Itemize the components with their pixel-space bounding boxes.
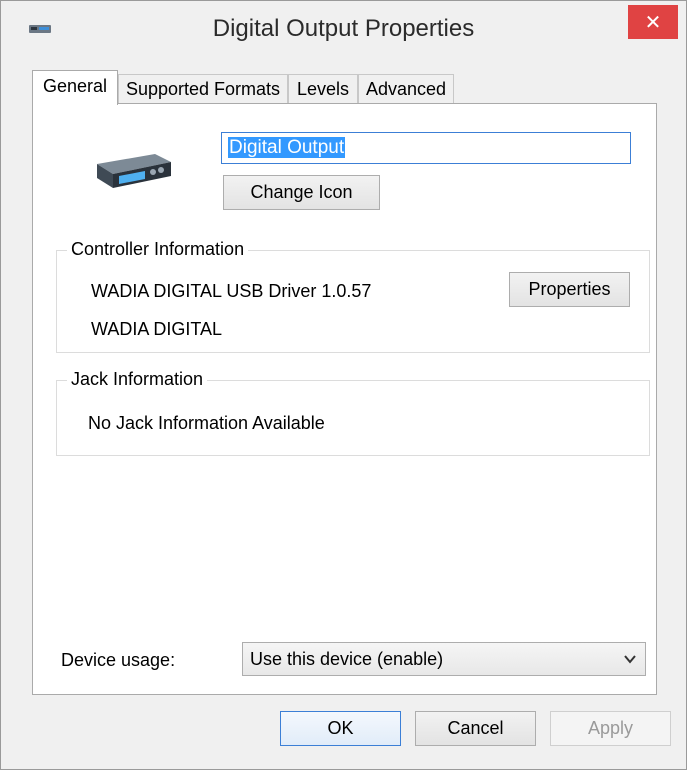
close-icon: ✕ xyxy=(644,11,662,34)
general-panel: Digital Output Change Icon Controller In… xyxy=(32,103,657,695)
change-icon-button[interactable]: Change Icon xyxy=(223,175,380,210)
ok-button[interactable]: OK xyxy=(280,711,401,746)
apply-button[interactable]: Apply xyxy=(550,711,671,746)
device-usage-value: Use this device (enable) xyxy=(250,649,444,669)
device-name-field[interactable]: Digital Output xyxy=(221,132,631,164)
close-button[interactable]: ✕ xyxy=(628,5,678,39)
properties-dialog: Digital Output Properties ✕ General Supp… xyxy=(0,0,687,770)
controller-properties-button[interactable]: Properties xyxy=(509,272,630,307)
title-bar[interactable]: Digital Output Properties ✕ xyxy=(1,1,686,57)
tab-advanced[interactable]: Advanced xyxy=(358,74,454,104)
audio-device-icon xyxy=(97,154,171,188)
device-usage-label: Device usage: xyxy=(61,650,176,670)
cancel-button[interactable]: Cancel xyxy=(415,711,536,746)
chevron-down-icon xyxy=(624,655,636,664)
jack-info-text: No Jack Information Available xyxy=(88,413,325,433)
controller-info-title: Controller Information xyxy=(67,239,249,260)
tab-general[interactable]: General xyxy=(32,70,118,105)
tab-supported-formats[interactable]: Supported Formats xyxy=(118,74,288,104)
controller-driver-name: WADIA DIGITAL USB Driver 1.0.57 xyxy=(91,281,372,301)
device-usage-select[interactable]: Use this device (enable) xyxy=(242,642,646,676)
controller-manufacturer: WADIA DIGITAL xyxy=(91,319,223,339)
window-title: Digital Output Properties xyxy=(212,15,475,42)
jack-info-title: Jack Information xyxy=(67,369,208,390)
controller-info-group: Controller Information WADIA DIGITAL USB… xyxy=(56,239,650,353)
jack-info-group: Jack Information No Jack Information Ava… xyxy=(56,369,650,456)
tab-levels[interactable]: Levels xyxy=(288,74,358,104)
device-name-text: Digital Output xyxy=(228,137,346,158)
